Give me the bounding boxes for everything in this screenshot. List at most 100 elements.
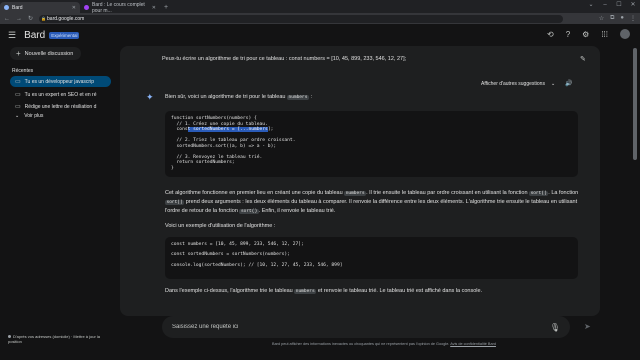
user-prompt: Peux-tu écrire un algorithme de tri pour… — [162, 56, 407, 62]
edit-prompt-icon[interactable]: ✎ — [580, 55, 586, 63]
chevron-down-icon: ⌄ — [15, 113, 20, 119]
experimental-badge: Expérimental — [49, 31, 80, 39]
scrollbar[interactable] — [633, 48, 637, 160]
history-icon[interactable]: ⟲ — [547, 30, 554, 39]
text: et renvoie le tableau trié. Le tableau t… — [317, 288, 483, 294]
show-more-label: Voir plus — [24, 113, 44, 119]
code-line: cons — [171, 127, 188, 132]
app-title: Bard — [24, 29, 46, 41]
close-tab-icon[interactable]: ✕ — [72, 5, 76, 11]
extensions-icon[interactable]: ⧉ — [610, 15, 614, 22]
window-controls: ⌄ – ☐ ✕ — [584, 0, 640, 11]
profile-icon[interactable]: ● — [620, 15, 624, 22]
other-suggestions[interactable]: Afficher d'autres suggestions ⌄ 🔊 — [481, 80, 573, 88]
lock-icon[interactable]: 🔒 — [41, 15, 46, 23]
inline-code: numbers — [294, 289, 317, 294]
recent-item-label: Tu es un expert en SEO et en ré — [24, 91, 97, 98]
tab-title: Bard — [12, 4, 23, 11]
recent-item-label: Tu es un développeur javascrip — [24, 78, 94, 85]
text: Cet algorithme fonctionne en premier lie… — [165, 190, 343, 196]
microphone-icon[interactable]: 🎙 — [550, 323, 560, 332]
chat-icon: ▭ — [15, 79, 21, 85]
minimize-icon[interactable]: – — [598, 0, 612, 11]
sidebar — [0, 24, 118, 360]
example-intro: Voici un exemple d'utilisation de l'algo… — [165, 223, 276, 229]
reload-icon[interactable]: ↻ — [28, 15, 33, 22]
explanation-paragraph: Cet algorithme fonctionne en premier lie… — [165, 189, 580, 216]
url-field[interactable]: 🔒 bard.google.com — [39, 14, 564, 23]
code-block-function[interactable]: function sortNumbers(numbers) { // 1. Cr… — [165, 111, 578, 177]
intro-colon: : — [310, 94, 312, 100]
location-dot-icon — [8, 335, 11, 338]
other-suggestions-label: Afficher d'autres suggestions — [481, 80, 545, 87]
code-line: return sortedNumbers; — [171, 160, 235, 165]
bard-favicon-icon — [4, 5, 9, 10]
close-tab-icon[interactable]: ✕ — [152, 5, 156, 11]
address-bar-row: ← → ↻ 🔒 bard.google.com ☆ ⧉ ● ⋮ — [0, 13, 640, 24]
text: Dans l'exemple ci-dessus, l'algorithme t… — [165, 288, 293, 294]
plus-icon: + — [16, 49, 21, 58]
star-icon[interactable]: ☆ — [599, 15, 604, 22]
recent-item-label: Rédige une lettre de résiliation d — [24, 103, 97, 110]
recent-item[interactable]: ▭ Rédige une lettre de résiliation d — [10, 101, 111, 112]
code-block-example[interactable]: const numbers = [10, 45, 899, 233, 546, … — [165, 237, 578, 279]
chevron-down-icon[interactable]: ⌄ — [584, 0, 598, 11]
inline-code: sort() — [239, 209, 259, 214]
chat-icon: ▭ — [15, 104, 21, 110]
code-line: const numbers = [10, 45, 899, 233, 546, … — [171, 242, 304, 247]
new-chat-button[interactable]: + Nouvelle discussion — [10, 47, 82, 60]
code-line: sortedNumbers.sort((a, b) => a - b); — [171, 143, 277, 149]
help-icon[interactable]: ? — [566, 30, 570, 39]
forward-icon[interactable]: → — [16, 16, 22, 22]
privacy-link[interactable]: Avis de confidentialité Bard — [450, 342, 496, 346]
prompt-input[interactable] — [172, 324, 550, 330]
close-window-icon[interactable]: ✕ — [626, 0, 640, 11]
url-text: bard.google.com — [47, 15, 85, 22]
settings-icon[interactable]: ⚙ — [582, 30, 589, 39]
code-line: // 3. Renvoyez le tableau trié. — [171, 154, 263, 160]
code-line: const sortedNumbers = sortNumbers(number… — [171, 252, 290, 258]
code-line: } — [171, 165, 174, 171]
menu-icon[interactable]: ☰ — [8, 30, 16, 41]
show-more-button[interactable]: ⌄ Voir plus — [15, 113, 43, 119]
new-chat-label: Nouvelle discussion — [24, 50, 74, 57]
intro-text: Bien sûr, voici un algorithme de tri pou… — [165, 94, 286, 100]
new-tab-icon[interactable]: + — [164, 2, 168, 13]
recent-item[interactable]: ▭ Tu es un expert en SEO et en ré — [10, 89, 111, 100]
tab-bard[interactable]: Bard ✕ — [0, 2, 80, 13]
text: prend deux arguments : les deux éléments… — [165, 199, 578, 214]
text: . La fonction — [548, 190, 579, 196]
apps-grid-icon[interactable]: ⁞⁞⁞ — [601, 30, 608, 39]
code-line: // 1. Créez une copie du tableau. — [171, 121, 268, 127]
text: . Enfin, il renvoie le tableau trié. — [258, 208, 336, 214]
selected-code: t sortedNumbers = [...numbers — [187, 127, 268, 132]
disclaimer-text: Bard peut afficher des informations inex… — [272, 342, 450, 346]
code-line: function sortNumbers(numbers) { — [171, 116, 257, 121]
chat-icon: ▭ — [15, 92, 21, 98]
conclusion-paragraph: Dans l'exemple ci-dessus, l'algorithme t… — [165, 287, 580, 296]
course-favicon-icon — [84, 5, 89, 10]
disclaimer: Bard peut afficher des informations inex… — [0, 342, 640, 346]
bard-sparkle-icon: ✦ — [146, 92, 154, 102]
recent-item[interactable]: ▭ Tu es un développeur javascrip — [10, 76, 111, 87]
tab-title: Bard : Le cours complet pour m... — [92, 1, 145, 14]
code-line: // 2. Triez le tableau par ordre croissa… — [171, 138, 296, 143]
browser-menu-icon[interactable]: ⋮ — [630, 15, 636, 22]
back-icon[interactable]: ← — [4, 16, 10, 22]
inline-code: sort() — [529, 191, 549, 196]
inline-code: numbers — [344, 191, 367, 196]
response-intro: Bien sûr, voici un algorithme de tri pou… — [165, 94, 312, 100]
chevron-down-icon: ⌄ — [550, 80, 556, 87]
tab-course[interactable]: Bard : Le cours complet pour m... ✕ — [80, 1, 160, 14]
inline-code: numbers — [287, 95, 309, 100]
read-aloud-icon[interactable]: 🔊 — [565, 80, 572, 87]
avatar[interactable] — [620, 29, 630, 39]
send-icon[interactable]: ➤ — [584, 322, 591, 331]
app-header: ☰ Bard Expérimental ⟲ ? ⚙ ⁞⁞⁞ — [0, 24, 640, 46]
maximize-icon[interactable]: ☐ — [612, 0, 626, 11]
recent-heading: Récentes — [12, 68, 34, 74]
text: . Il trie ensuite le tableau par ordre c… — [366, 190, 528, 196]
code-line: ]; — [267, 127, 274, 132]
inline-code: sort() — [165, 200, 185, 205]
prompt-input-bar: 🎙 — [162, 316, 570, 338]
